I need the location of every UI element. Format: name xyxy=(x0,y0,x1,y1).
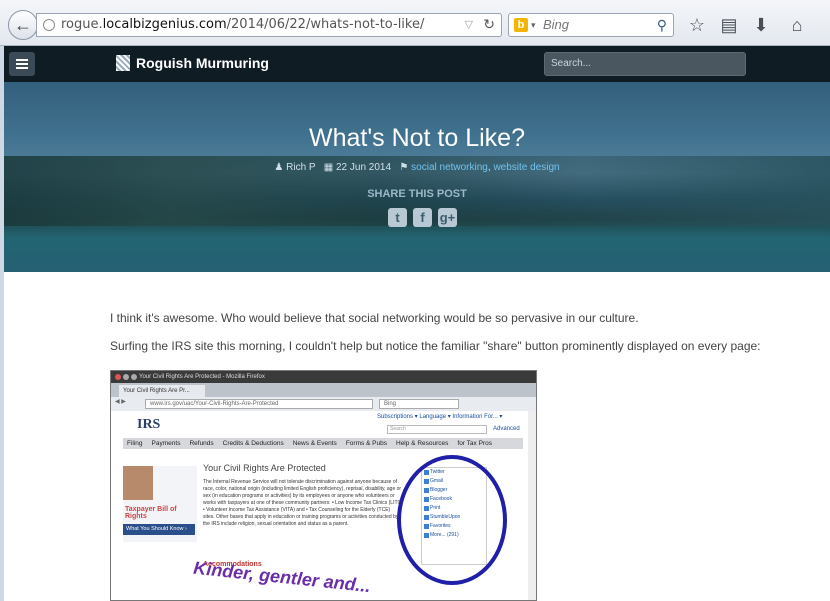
embedded-advanced: Advanced xyxy=(493,426,520,432)
irs-logo: IRS xyxy=(137,417,161,432)
site-search-input[interactable]: Search... xyxy=(544,52,746,76)
hamburger-menu-button[interactable] xyxy=(9,52,35,76)
google-plus-icon[interactable]: g+ xyxy=(438,208,457,227)
facebook-icon[interactable]: f xyxy=(413,208,432,227)
bookmark-star-icon[interactable]: ☆ xyxy=(684,12,710,38)
url-bar[interactable]: rogue.localbizgenius.com/2014/06/22/what… xyxy=(36,13,502,37)
url-path: /2014/06/22/whats-not-to-like/ xyxy=(226,17,425,32)
site-navbar: Roguish Murmuring Search... xyxy=(4,46,830,82)
home-icon[interactable]: ⌂ xyxy=(784,12,810,38)
brand-name: Roguish Murmuring xyxy=(136,55,269,71)
calendar-icon: ▦ xyxy=(323,162,334,173)
brand-logo-icon xyxy=(116,55,130,71)
url-domain: localbizgenius.com xyxy=(102,17,227,32)
embedded-sidebar: Taxpayer Bill of Rights What You Should … xyxy=(123,466,197,542)
embedded-scrollbar xyxy=(528,411,536,600)
embedded-url: www.irs.gov/uac/Your-Civil-Rights-Are-Pr… xyxy=(145,399,373,409)
embedded-search-box: Search xyxy=(387,425,487,434)
url-dropdown-icon[interactable]: ▽ xyxy=(465,14,473,36)
globe-icon xyxy=(43,19,55,31)
tag-link[interactable]: website design xyxy=(493,162,559,173)
author-icon: ♟ xyxy=(274,162,284,173)
embedded-nav: ◀ ▶ www.irs.gov/uac/Your-Civil-Rights-Ar… xyxy=(111,397,536,411)
url-prefix: rogue. xyxy=(61,17,103,32)
site-brand[interactable]: Roguish Murmuring xyxy=(116,55,269,71)
back-arrow-icon: ← xyxy=(14,14,32,35)
post-date: 22 Jun 2014 xyxy=(336,162,392,173)
embedded-screenshot: Your Civil Rights Are Protected - Mozill… xyxy=(110,370,537,601)
reload-icon[interactable]: ↻ xyxy=(483,14,495,36)
post-title: What's Not to Like? xyxy=(309,124,525,152)
post-meta: ♟ Rich P ▦ 22 Jun 2014 ⚑ social networki… xyxy=(274,162,560,173)
bing-logo-icon: b xyxy=(514,18,528,32)
search-icon[interactable]: ⚲ xyxy=(657,14,667,36)
web-page: Roguish Murmuring Search... What's Not t… xyxy=(4,46,830,601)
tag-link[interactable]: social networking xyxy=(411,162,488,173)
embedded-body: The Internal Revenue Service will not to… xyxy=(203,479,403,527)
embedded-heading: Your Civil Rights Are Protected xyxy=(203,463,326,473)
search-engine-box[interactable]: b ▾ Bing ⚲ xyxy=(508,13,674,37)
tags-icon: ⚑ xyxy=(399,162,409,173)
search-engine-placeholder: Bing xyxy=(543,17,570,32)
post-content: I think it's awesome. Who would believe … xyxy=(110,311,761,367)
reading-list-icon[interactable]: ▤ xyxy=(716,12,742,38)
embedded-watermark: Kinder, gentler and... xyxy=(192,557,372,597)
embedded-window-title: Your Civil Rights Are Protected - Mozill… xyxy=(111,371,536,383)
embedded-search: Bing xyxy=(379,399,459,409)
embedded-top-links: Subscriptions ▾ Language ▾ Information F… xyxy=(377,414,503,420)
post-author: Rich P xyxy=(286,162,316,173)
paragraph: Surfing the IRS site this morning, I cou… xyxy=(110,339,761,353)
highlight-circle xyxy=(397,455,507,585)
person-photo xyxy=(123,466,153,500)
twitter-icon[interactable]: t xyxy=(388,208,407,227)
share-label: SHARE THIS POST xyxy=(367,188,467,200)
share-icons: t f g+ xyxy=(388,208,457,227)
post-header-hero: What's Not to Like? ♟ Rich P ▦ 22 Jun 20… xyxy=(4,82,830,272)
engine-dropdown-icon[interactable]: ▾ xyxy=(531,14,536,36)
back-button[interactable]: ← xyxy=(8,10,38,40)
embedded-tab: Your Civil Rights Are Pr... xyxy=(119,385,205,397)
browser-toolbar: ← rogue.localbizgenius.com/2014/06/22/wh… xyxy=(0,0,830,46)
paragraph: I think it's awesome. Who would believe … xyxy=(110,311,639,325)
embedded-menu: Filing Payments Refunds Credits & Deduction… xyxy=(123,438,523,449)
download-icon[interactable]: ⬇ xyxy=(748,12,774,38)
